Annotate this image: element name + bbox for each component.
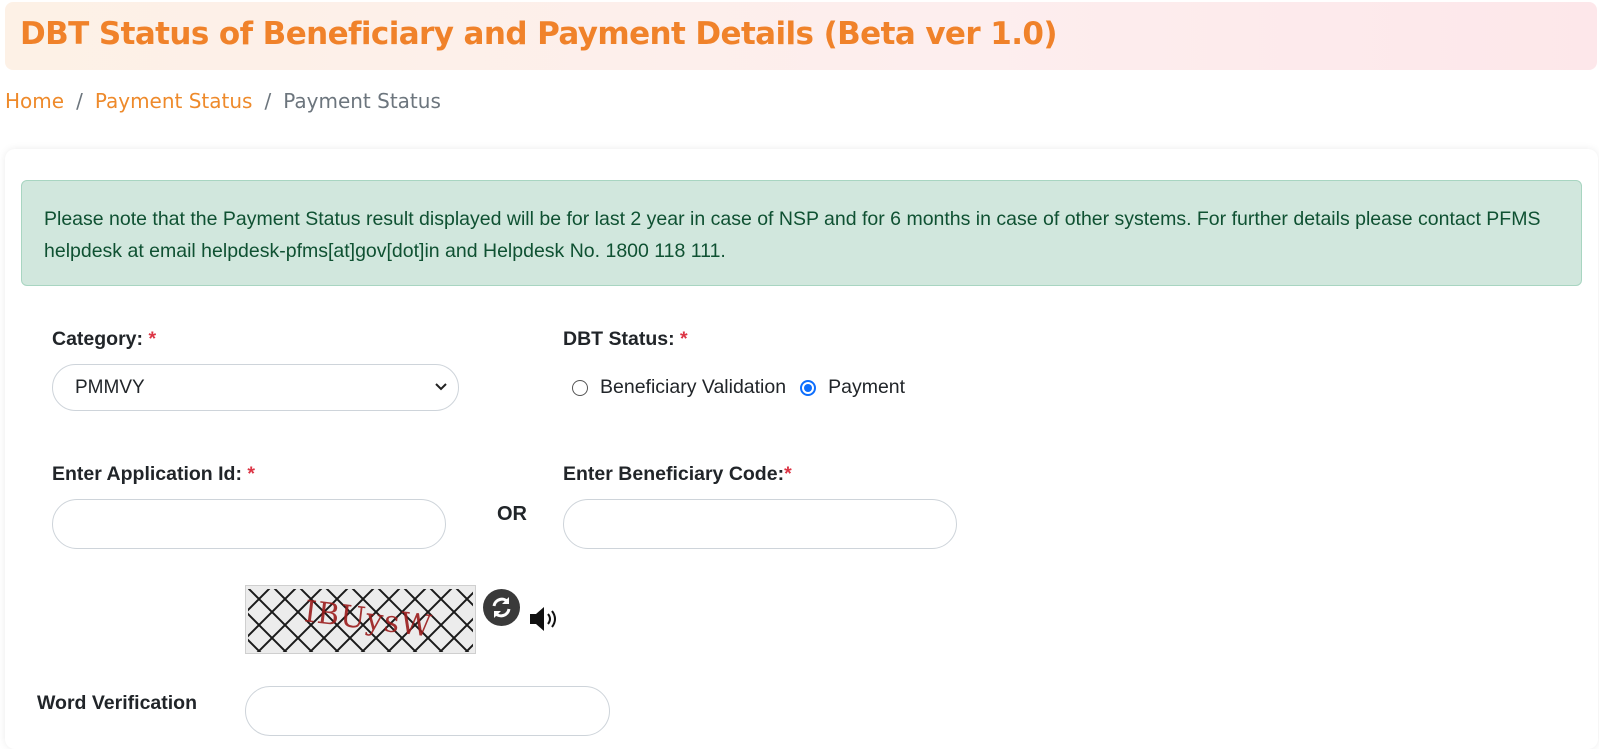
breadcrumb-current: Payment Status xyxy=(283,89,441,113)
page-title: DBT Status of Beneficiary and Payment De… xyxy=(20,16,1058,52)
breadcrumb-payment-status[interactable]: Payment Status xyxy=(95,89,253,113)
notice-alert: Please note that the Payment Status resu… xyxy=(21,180,1582,286)
radio-label-payment[interactable]: Payment xyxy=(828,376,905,399)
beneficiary-code-label: Enter Beneficiary Code:* xyxy=(563,463,792,485)
category-label: Category: * xyxy=(52,328,157,350)
captcha-audio-button[interactable] xyxy=(528,604,562,634)
required-marker: * xyxy=(247,463,255,485)
dbt-status-label: DBT Status: * xyxy=(563,328,688,350)
required-marker: * xyxy=(784,463,792,485)
beneficiary-code-input[interactable] xyxy=(563,499,957,549)
category-selected-value: PMMVY xyxy=(75,376,145,398)
page-header: DBT Status of Beneficiary and Payment De… xyxy=(5,2,1597,70)
application-id-label: Enter Application Id: * xyxy=(52,463,255,485)
radio-payment[interactable] xyxy=(800,379,817,396)
breadcrumb: Home / Payment Status / Payment Status xyxy=(5,89,441,113)
breadcrumb-separator: / xyxy=(76,89,83,113)
dbt-status-radio-group: Beneficiary Validation Payment xyxy=(572,376,919,399)
radio-beneficiary-validation[interactable] xyxy=(572,379,588,396)
word-verification-label: Word Verification xyxy=(37,692,197,714)
application-id-input[interactable] xyxy=(52,499,446,549)
required-marker: * xyxy=(148,328,157,350)
captcha-image: IBUysW xyxy=(245,585,476,654)
notice-text: Please note that the Payment Status resu… xyxy=(44,208,1541,262)
radio-label-beneficiary-validation[interactable]: Beneficiary Validation xyxy=(600,376,786,399)
or-separator: OR xyxy=(497,503,527,525)
speaker-icon xyxy=(530,607,556,631)
breadcrumb-home[interactable]: Home xyxy=(5,89,64,113)
category-select[interactable]: PMMVY xyxy=(52,364,459,411)
required-marker: * xyxy=(680,328,688,350)
refresh-icon xyxy=(492,597,511,618)
chevron-down-icon xyxy=(434,377,448,402)
breadcrumb-separator: / xyxy=(264,89,272,113)
word-verification-input[interactable] xyxy=(245,686,610,736)
captcha-refresh-button[interactable] xyxy=(483,589,520,626)
